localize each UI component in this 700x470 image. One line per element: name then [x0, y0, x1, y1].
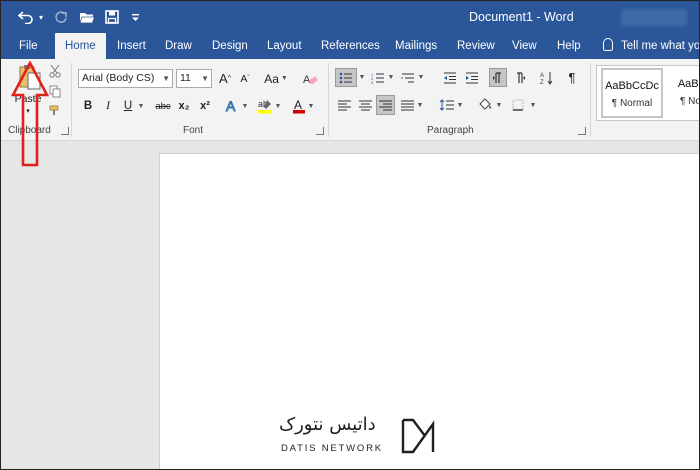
line-spacing-dropdown-icon[interactable]: ▼ — [456, 96, 464, 114]
style-sample: AaBbCc — [677, 78, 699, 90]
ribbon-home: Paste ▾ Clipboard Arial (Body CS) ▼ 11 ▼ A… — [1, 59, 700, 141]
tell-me-search[interactable]: Tell me what yo — [603, 33, 700, 59]
line-spacing-icon[interactable] — [437, 96, 455, 114]
style-no-spacing[interactable]: AaBbCc ¶ No Sp — [667, 68, 700, 118]
tell-me-text: Tell me what yo — [621, 40, 700, 52]
save-icon[interactable] — [102, 7, 122, 27]
highlight-color-icon[interactable]: ab ▼ — [255, 96, 283, 116]
shading-dropdown-icon[interactable]: ▼ — [495, 96, 503, 114]
underline-dropdown-icon[interactable]: ▼ — [137, 97, 145, 115]
undo-dropdown-icon[interactable]: ▾ — [36, 7, 46, 27]
font-group-label: Font — [183, 125, 204, 136]
style-name: ¶ Normal — [611, 98, 653, 109]
sort-icon[interactable]: AZ — [538, 68, 556, 87]
align-left-icon[interactable] — [336, 96, 352, 114]
tab-view[interactable]: View — [512, 33, 537, 59]
style-name: ¶ No Sp — [680, 96, 700, 107]
change-case-button[interactable]: Aa ▼ — [263, 69, 289, 88]
style-normal[interactable]: AaBbCcDc ¶ Normal — [601, 68, 663, 118]
svg-text:A: A — [226, 98, 236, 114]
numbering-icon[interactable]: 123 — [370, 68, 386, 87]
font-size-value: 11 — [180, 72, 191, 84]
group-separator — [71, 63, 72, 137]
tab-draw[interactable]: Draw — [165, 33, 192, 59]
open-folder-icon[interactable] — [77, 7, 97, 27]
align-center-icon[interactable] — [357, 96, 373, 114]
word-window: ▾ Document1 - Word File Home Insert Draw… — [0, 0, 700, 470]
tab-file[interactable]: File — [19, 33, 38, 59]
clipboard-launcher-icon[interactable] — [61, 127, 69, 135]
chevron-down-icon: ▼ — [280, 75, 288, 82]
chevron-down-icon: ▼ — [274, 102, 282, 110]
datis-network-watermark: داتیس نتورک DATIS NETWORK — [269, 414, 439, 459]
text-effects-icon[interactable]: A ▼ — [223, 96, 249, 116]
chevron-down-icon: ▼ — [307, 102, 315, 110]
customize-qat-icon[interactable] — [128, 7, 142, 27]
tab-insert[interactable]: Insert — [117, 33, 146, 59]
tab-home[interactable]: Home — [55, 33, 106, 59]
subscript-button[interactable]: x₂ — [176, 97, 192, 115]
numbering-dropdown-icon[interactable]: ▼ — [387, 68, 395, 87]
tab-review[interactable]: Review — [457, 33, 495, 59]
borders-icon[interactable] — [510, 96, 526, 114]
svg-text:3: 3 — [371, 80, 374, 84]
multilevel-list-icon[interactable] — [400, 68, 416, 87]
svg-text:A: A — [540, 73, 544, 79]
tab-design[interactable]: Design — [212, 33, 248, 59]
italic-button[interactable]: I — [101, 97, 115, 115]
tab-help[interactable]: Help — [557, 33, 581, 59]
bullets-icon[interactable] — [335, 68, 357, 87]
grow-font-icon[interactable]: A ^ — [217, 69, 233, 88]
bold-button[interactable]: B — [81, 97, 95, 115]
group-separator — [328, 63, 329, 137]
justify-icon[interactable] — [399, 96, 415, 114]
datis-logo-icon — [401, 418, 435, 454]
tab-mailings[interactable]: Mailings — [395, 33, 437, 59]
chevron-down-icon: ▼ — [162, 74, 170, 83]
group-separator — [590, 63, 591, 137]
justify-dropdown-icon[interactable]: ▼ — [416, 96, 424, 114]
styles-gallery: AaBbCcDc ¶ Normal AaBbCc ¶ No Sp — [596, 65, 700, 121]
svg-text:A: A — [294, 98, 302, 112]
superscript-button[interactable]: x² — [197, 97, 213, 115]
chevron-down-icon: ▼ — [201, 74, 209, 83]
undo-icon[interactable] — [15, 7, 37, 27]
lightbulb-icon — [603, 38, 613, 51]
ltr-direction-icon[interactable] — [489, 68, 507, 87]
clear-formatting-icon[interactable]: A — [301, 69, 319, 88]
shrink-font-icon[interactable]: Aˇ — [237, 69, 253, 88]
tab-references[interactable]: References — [321, 33, 380, 59]
red-up-arrow-annotation — [10, 61, 50, 167]
strikethrough-button[interactable]: abc — [153, 97, 173, 115]
watermark-english-text: DATIS NETWORK — [281, 443, 383, 454]
shading-icon[interactable] — [476, 96, 494, 114]
rtl-direction-icon[interactable] — [511, 68, 529, 87]
account-area[interactable] — [621, 9, 687, 26]
multilevel-dropdown-icon[interactable]: ▼ — [417, 68, 425, 87]
underline-button[interactable]: U — [121, 97, 135, 115]
paragraph-group-label: Paragraph — [427, 125, 474, 136]
align-right-icon[interactable] — [376, 95, 395, 115]
font-name-combo[interactable]: Arial (Body CS) ▼ — [78, 69, 173, 88]
font-color-icon[interactable]: A ▼ — [289, 96, 317, 116]
ribbon-tabs: File Home Insert Draw Design Layout Refe… — [1, 33, 700, 59]
change-case-label: Aa — [264, 71, 279, 86]
svg-text:Z: Z — [540, 80, 544, 85]
font-size-combo[interactable]: 11 ▼ — [176, 69, 212, 88]
title-bar: ▾ Document1 - Word — [1, 1, 699, 33]
borders-dropdown-icon[interactable]: ▼ — [529, 96, 537, 114]
watermark-persian-text: داتیس نتورک — [279, 414, 376, 435]
style-sample: AaBbCcDc — [605, 80, 659, 92]
font-name-value: Arial (Body CS) — [82, 72, 155, 84]
tab-layout[interactable]: Layout — [267, 33, 302, 59]
increase-indent-icon[interactable] — [463, 68, 481, 87]
bullets-dropdown-icon[interactable]: ▼ — [358, 68, 366, 87]
chevron-down-icon: ▼ — [241, 102, 249, 110]
font-launcher-icon[interactable] — [316, 127, 324, 135]
decrease-indent-icon[interactable] — [441, 68, 459, 87]
paragraph-launcher-icon[interactable] — [578, 127, 586, 135]
redo-icon[interactable] — [51, 7, 71, 27]
show-formatting-marks-icon[interactable]: ¶ — [564, 68, 580, 87]
document-title: Document1 - Word — [469, 10, 574, 24]
